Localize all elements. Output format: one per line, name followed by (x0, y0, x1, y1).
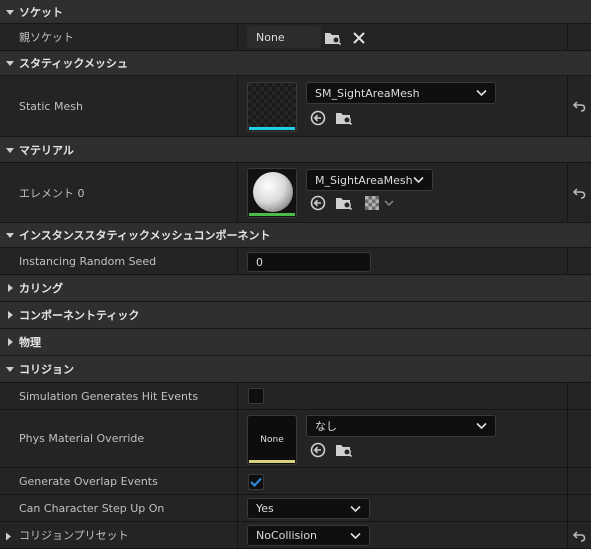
reset-to-default-icon[interactable] (571, 185, 587, 201)
use-selected-icon[interactable] (309, 194, 327, 212)
category-physics[interactable]: 物理 (0, 329, 591, 356)
static-mesh-thumbnail[interactable] (247, 82, 297, 132)
chevron-right-icon[interactable] (4, 531, 12, 541)
property-label: Simulation Generates Hit Events (19, 389, 199, 403)
chevron-down-icon (476, 87, 487, 100)
category-instanced-static-mesh[interactable]: インスタンススタティックメッシュコンポーネント (0, 223, 591, 248)
step-up-on-combo[interactable]: Yes (247, 498, 370, 519)
category-label: コンポーネントティック (19, 309, 140, 322)
category-static-mesh[interactable]: スタティックメッシュ (0, 51, 591, 76)
use-selected-icon[interactable] (309, 441, 327, 459)
parent-socket-value: None (256, 30, 285, 44)
property-row-phys-material: Phys Material Override None なし (0, 410, 591, 468)
chevron-down-icon (476, 420, 487, 433)
chevron-down-icon (413, 174, 424, 187)
browse-folder-icon[interactable] (324, 29, 342, 47)
property-row-instancing-seed: Instancing Random Seed 0 (0, 248, 591, 275)
property-row-step-up-on: Can Character Step Up On Yes (0, 495, 591, 522)
chevron-down-icon (5, 364, 15, 374)
property-label: Static Mesh (19, 99, 83, 113)
chevron-down-icon (5, 230, 15, 240)
chevron-down-icon (350, 529, 361, 542)
browse-folder-icon[interactable] (335, 441, 353, 459)
chevron-down-icon (5, 58, 15, 68)
use-selected-icon[interactable] (309, 109, 327, 127)
reset-to-default-icon[interactable] (571, 98, 587, 114)
property-row-sim-hit-events: Simulation Generates Hit Events (0, 383, 591, 410)
property-label: Instancing Random Seed (19, 254, 157, 268)
close-icon[interactable] (350, 29, 368, 47)
static-mesh-combo[interactable]: SM_SightAreaMesh (306, 82, 496, 104)
checker-texture-icon[interactable] (364, 195, 380, 211)
collision-preset-combo[interactable]: NoCollision (247, 525, 370, 546)
phys-material-combo[interactable]: なし (306, 415, 496, 437)
chevron-down-icon (350, 502, 361, 515)
material-combo[interactable]: M_SightAreaMesh (306, 169, 433, 191)
category-label: スタティックメッシュ (19, 57, 128, 70)
category-socket[interactable]: ソケット (0, 0, 591, 24)
browse-folder-icon[interactable] (335, 109, 353, 127)
chevron-down-icon (5, 7, 15, 17)
category-label: ソケット (19, 5, 63, 19)
material-thumbnail[interactable] (247, 168, 297, 218)
property-label: Can Character Step Up On (19, 501, 165, 515)
parent-socket-field[interactable]: None (247, 26, 321, 48)
category-label: 物理 (19, 336, 41, 349)
category-culling[interactable]: カリング (0, 275, 591, 302)
category-label: コリジョン (19, 363, 74, 376)
category-label: マテリアル (19, 143, 74, 157)
instancing-seed-input[interactable]: 0 (247, 252, 371, 272)
chevron-down-icon[interactable] (383, 197, 395, 209)
overlap-events-checkbox[interactable] (248, 474, 264, 490)
phys-material-value: なし (315, 420, 337, 433)
category-component-tick[interactable]: コンポーネントティック (0, 302, 591, 329)
chevron-right-icon (5, 310, 15, 320)
instancing-seed-value: 0 (256, 255, 263, 269)
reset-to-default-icon[interactable] (571, 528, 587, 544)
property-row-parent-socket: 親ソケット None (0, 24, 591, 51)
property-label: Generate Overlap Events (19, 474, 158, 488)
chevron-right-icon (5, 283, 15, 293)
category-label: インスタンススタティックメッシュコンポーネント (19, 229, 271, 242)
collision-preset-value: NoCollision (256, 529, 318, 542)
property-row-overlap-events: Generate Overlap Events (0, 468, 591, 495)
phys-material-thumbnail[interactable]: None (247, 415, 297, 465)
material-value: M_SightAreaMesh (315, 173, 413, 187)
property-label: コリジョンプリセット (19, 529, 129, 542)
property-row-collision-preset[interactable]: コリジョンプリセット NoCollision (0, 522, 591, 549)
chevron-down-icon (5, 145, 15, 155)
phys-thumb-label: None (260, 435, 284, 445)
static-mesh-value: SM_SightAreaMesh (315, 86, 420, 100)
step-up-on-value: Yes (256, 502, 274, 515)
property-label: エレメント 0 (19, 186, 85, 200)
checkmark-icon (250, 477, 262, 487)
property-row-static-mesh: Static Mesh SM_SightAreaMesh (0, 76, 591, 137)
sim-hit-events-checkbox[interactable] (248, 388, 264, 404)
property-label: Phys Material Override (19, 432, 145, 445)
browse-folder-icon[interactable] (335, 194, 353, 212)
sphere-icon (253, 172, 293, 212)
property-row-material-element: エレメント 0 M_SightAreaMesh (0, 163, 591, 223)
property-label: 親ソケット (19, 31, 74, 44)
chevron-right-icon (5, 337, 15, 347)
category-collision[interactable]: コリジョン (0, 356, 591, 383)
category-label: カリング (19, 282, 63, 295)
category-material[interactable]: マテリアル (0, 137, 591, 163)
